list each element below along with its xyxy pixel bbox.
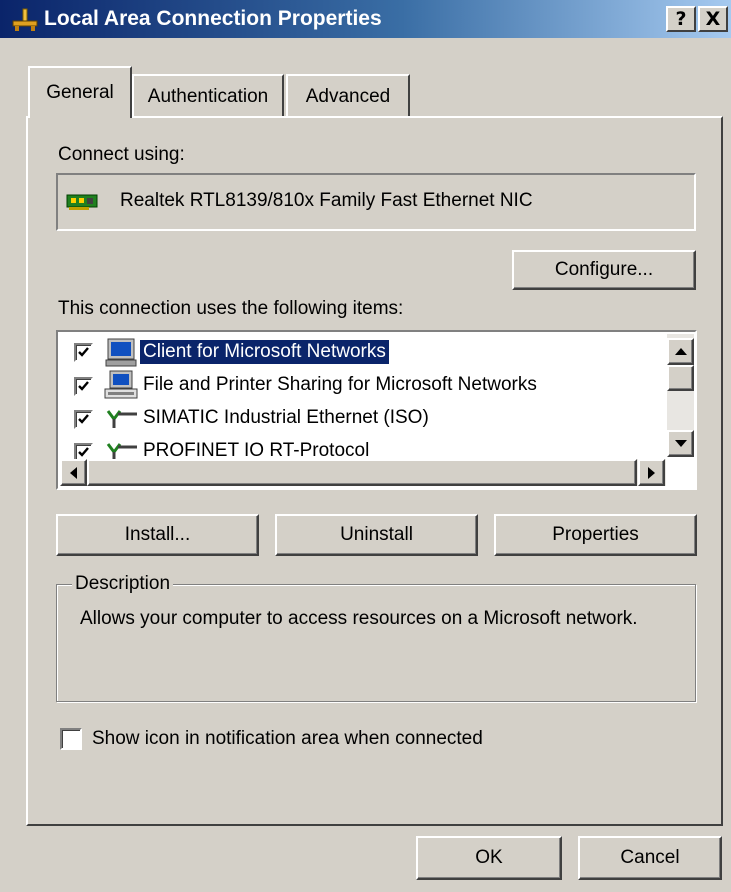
tab-panel-general (26, 116, 723, 826)
cancel-button-label: Cancel (620, 847, 680, 868)
tab-authentication-label: Authentication (147, 86, 269, 107)
help-button[interactable]: ? (666, 6, 696, 32)
network-connection-icon (12, 8, 38, 32)
tab-general[interactable]: General (28, 66, 132, 118)
ok-button[interactable]: OK (416, 836, 562, 880)
tab-advanced-label: Advanced (305, 86, 391, 107)
cancel-button[interactable]: Cancel (578, 836, 722, 880)
tab-authentication[interactable]: Authentication (132, 74, 284, 118)
tab-advanced[interactable]: Advanced (286, 74, 410, 118)
close-button[interactable]: X (698, 6, 728, 32)
tab-general-label: General (46, 82, 114, 103)
window-title: Local Area Connection Properties (44, 7, 382, 30)
ok-button-label: OK (475, 847, 503, 868)
